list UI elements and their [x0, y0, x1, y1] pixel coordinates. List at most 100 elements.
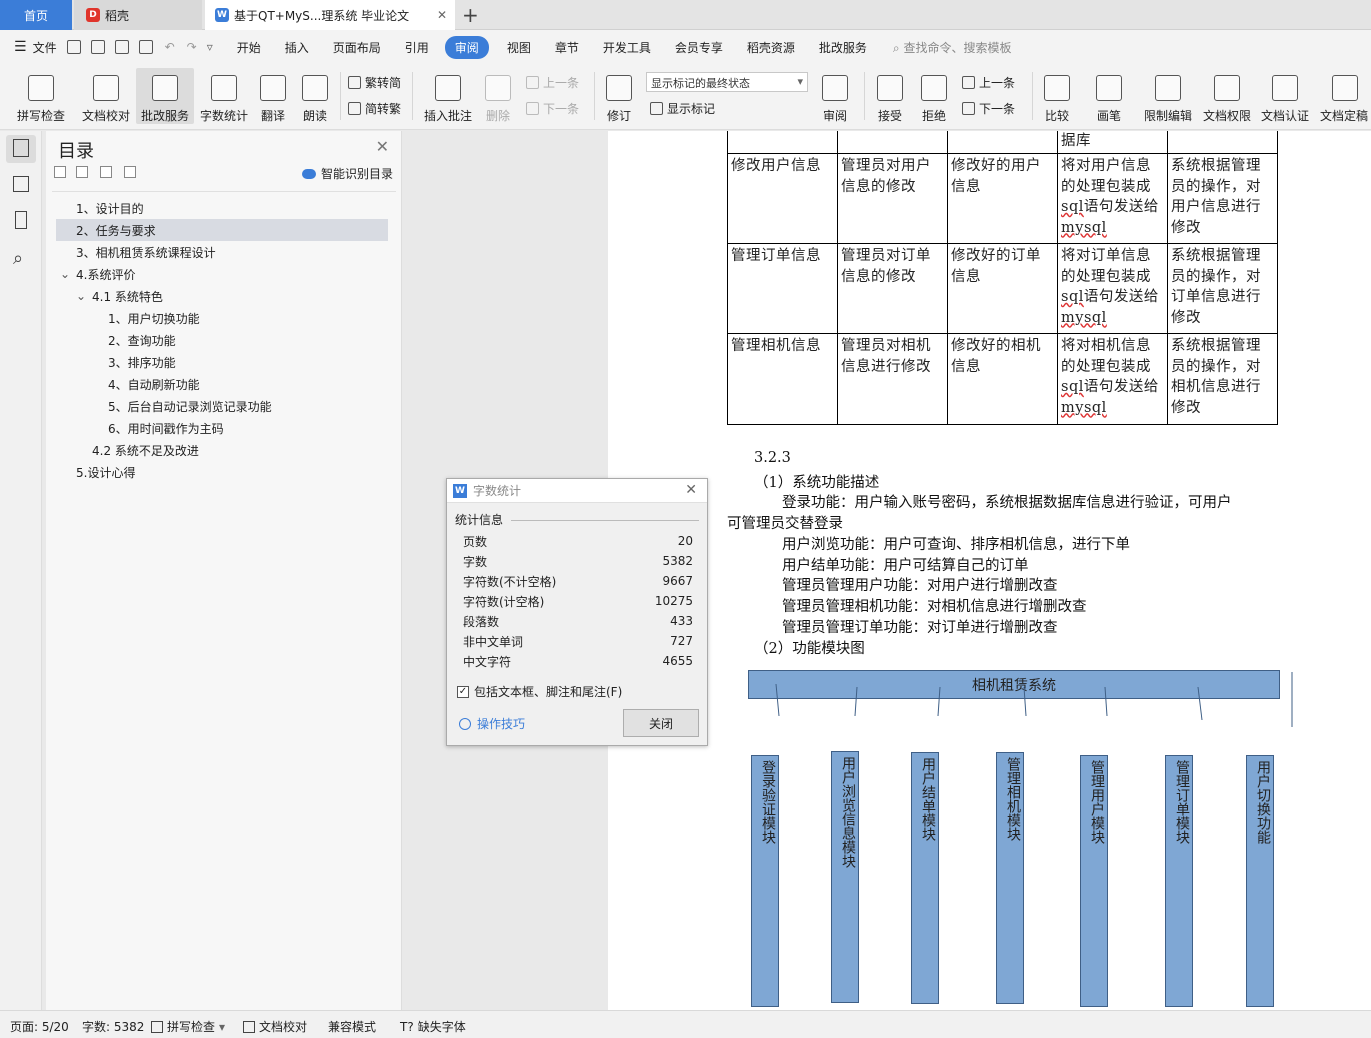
menu-member[interactable]: 会员专享 [675, 37, 723, 58]
undo-icon[interactable]: ↶ [165, 40, 175, 54]
accept-button[interactable]: 接受 [872, 68, 908, 124]
close-icon[interactable]: ✕ [376, 137, 389, 156]
toc-item[interactable]: 2、查询功能 [56, 329, 388, 351]
toc-item[interactable]: ⌄ 4.1 系统特色 [56, 285, 388, 307]
file-menu[interactable]: ☰ 文件 [14, 39, 57, 56]
chapter-nav-icon[interactable] [13, 176, 29, 192]
delete-comment-button[interactable]: 删除 [480, 68, 516, 124]
quick-access-dropdown-icon[interactable]: ▿ [207, 40, 213, 54]
chevron-down-icon[interactable]: ⌄ [60, 267, 76, 281]
document-page[interactable]: 据库 修改用户信息 管理员对用户信息的修改 修改好的用户信息 将对用户信息的处理… [608, 131, 1371, 1010]
menu-dev-tools[interactable]: 开发工具 [603, 37, 651, 58]
menu-view[interactable]: 视图 [507, 37, 531, 58]
prev-comment-button[interactable]: 上一条 [526, 74, 579, 91]
translate-button[interactable]: 翻译 [256, 68, 290, 124]
word-count-label: 字数统计 [199, 109, 248, 123]
menu-daoke-resources[interactable]: 稻壳资源 [747, 37, 795, 58]
simp-to-trad-button[interactable]: 简转繁 [348, 100, 401, 117]
toc-item[interactable]: ⌄ 4.系统评价 [56, 263, 388, 285]
stat-row: 字数 5382 [463, 551, 693, 571]
doc-permission-button[interactable]: 文档权限 [1200, 68, 1254, 124]
delete-comment-label: 删除 [485, 109, 510, 123]
toc-item[interactable]: 4.2 系统不足及改进 [56, 439, 388, 461]
level-up-icon[interactable] [76, 166, 88, 178]
spell-check-button[interactable]: 拼写检查 [10, 68, 72, 124]
menu-correction-service[interactable]: 批改服务 [819, 37, 867, 58]
stat-value: 10275 [654, 594, 693, 608]
prev-change-button[interactable]: 上一条 [962, 74, 1015, 91]
chevron-down-icon[interactable]: ⌄ [76, 289, 92, 303]
next-comment-button[interactable]: 下一条 [526, 100, 579, 117]
restrict-edit-button[interactable]: 限制编辑 [1140, 68, 1196, 124]
bookmark-icon[interactable] [15, 211, 27, 229]
redo-icon[interactable]: ↷ [187, 40, 197, 54]
next-change-button[interactable]: 下一条 [962, 100, 1015, 117]
status-spell-check[interactable]: 拼写检查 ▾ [151, 1018, 225, 1035]
trad-to-simp-button[interactable]: 繁转简 [348, 74, 401, 91]
doc-finalize-button[interactable]: 文档定稿 [1320, 68, 1371, 124]
tab-document[interactable]: W 基于QT+MyS...理系统 毕业论文 ✕ [205, 0, 455, 30]
toc-item[interactable]: 5.设计心得 [56, 461, 388, 483]
print-preview-icon[interactable] [138, 40, 153, 54]
print-icon[interactable] [114, 40, 129, 54]
new-tab-icon[interactable]: + [462, 3, 479, 27]
reject-button[interactable]: 拒绝 [916, 68, 952, 124]
toc-item[interactable]: 1、设计目的 [56, 197, 388, 219]
missing-font-indicator[interactable]: T? 缺失字体 [400, 1018, 466, 1035]
page-indicator[interactable]: 页面: 5/20 [10, 1018, 69, 1035]
save-icon[interactable] [66, 40, 81, 54]
read-aloud-button[interactable]: 朗读 [298, 68, 332, 124]
remove-heading-icon[interactable] [124, 166, 136, 178]
ribbon-divider [412, 72, 413, 120]
tab-home[interactable]: 首页 [0, 0, 72, 30]
correction-service-button[interactable]: 批改服务 [136, 68, 194, 124]
markup-state-select[interactable]: 显示标记的最终状态 ▾ [646, 72, 808, 92]
pen-button[interactable]: 画笔 [1090, 68, 1128, 124]
show-markup-button[interactable]: 显示标记 [650, 100, 715, 117]
menu-chapter[interactable]: 章节 [555, 37, 579, 58]
tab-daoke[interactable]: D 稻壳 [74, 0, 202, 30]
dialog-title-bar[interactable]: W 字数统计 [447, 479, 707, 503]
include-textbox-checkbox[interactable]: ✓ 包括文本框、脚注和尾注(F) [457, 683, 622, 700]
toc-item[interactable]: 6、用时间戳作为主码 [56, 417, 388, 439]
menu-insert[interactable]: 插入 [285, 37, 309, 58]
toc-item[interactable]: 2、任务与要求 [56, 219, 388, 241]
review-pane-button[interactable]: 审阅 [816, 68, 854, 124]
toc-item[interactable]: 3、相机租赁系统课程设计 [56, 241, 388, 263]
compat-mode-indicator[interactable]: 兼容模式 [328, 1018, 376, 1035]
status-doc-proof[interactable]: 文档校对 [243, 1018, 307, 1035]
add-heading-icon[interactable] [100, 166, 112, 178]
menu-page-layout[interactable]: 页面布局 [333, 37, 381, 58]
toc-item[interactable]: 5、后台自动记录浏览记录功能 [56, 395, 388, 417]
collapse-all-icon[interactable] [54, 166, 66, 178]
search-icon[interactable]: ⌕ [13, 248, 33, 269]
toc-icon[interactable] [13, 139, 29, 157]
smart-toc-button[interactable]: 智能识别目录 [301, 165, 393, 182]
menu-review[interactable]: 审阅 [444, 35, 489, 59]
close-button[interactable]: 关闭 [623, 709, 699, 737]
compare-button[interactable]: 比较 [1038, 68, 1076, 124]
close-icon[interactable]: ✕ [685, 482, 697, 498]
review-pane-label: 审阅 [822, 109, 847, 123]
stat-label: 段落数 [463, 614, 500, 629]
smart-toc-icon [301, 168, 316, 179]
writer-logo-icon: W [215, 8, 229, 22]
doc-auth-button[interactable]: 文档认证 [1258, 68, 1312, 124]
menu-start[interactable]: 开始 [237, 37, 261, 58]
menu-reference[interactable]: 引用 [405, 37, 429, 58]
doc-proof-button[interactable]: 文档校对 [78, 68, 134, 124]
toc-item[interactable]: 3、排序功能 [56, 351, 388, 373]
tips-link[interactable]: 操作技巧 [459, 715, 525, 732]
next-change-label: 下一条 [979, 102, 1016, 116]
word-count-indicator[interactable]: 字数: 5382 [82, 1018, 144, 1035]
toc-item[interactable]: 4、自动刷新功能 [56, 373, 388, 395]
diagram-module-label: 用户结单模块 [920, 757, 936, 841]
revise-button[interactable]: 修订 [600, 68, 638, 124]
insert-comment-button[interactable]: 插入批注 [420, 68, 476, 124]
word-count-button[interactable]: 字数统计 [196, 68, 252, 124]
export-icon[interactable] [90, 40, 105, 54]
translate-icon [260, 75, 286, 101]
command-search[interactable]: ⌕ 查找命令、搜索模板 [893, 39, 1012, 56]
toc-item[interactable]: 1、用户切换功能 [56, 307, 388, 329]
close-tab-icon[interactable]: ✕ [437, 8, 447, 22]
